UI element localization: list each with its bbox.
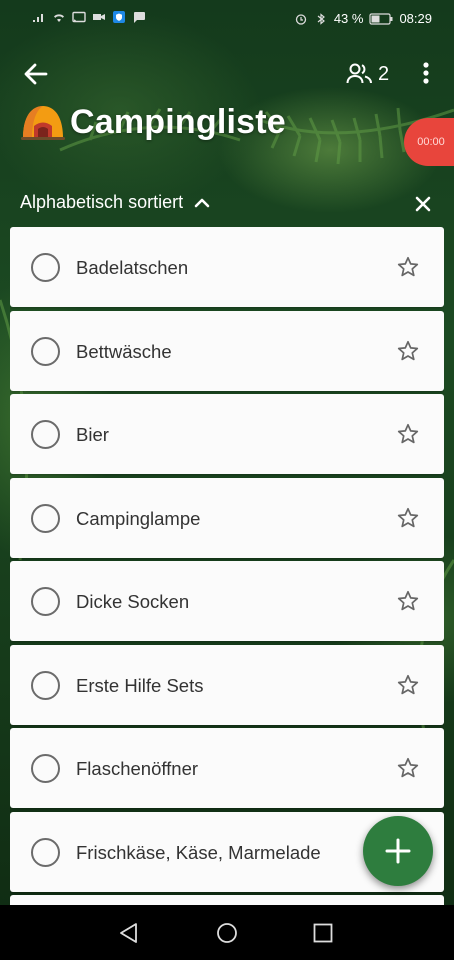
share-members-button[interactable]: 2	[346, 58, 396, 90]
recording-timer[interactable]: 00:00	[404, 118, 454, 166]
signal-icon	[33, 14, 43, 22]
item-label: Bier	[76, 424, 109, 445]
status-bar: 43 % 08:29	[0, 0, 454, 38]
star-icon[interactable]	[396, 673, 420, 697]
cast-icon	[72, 11, 86, 23]
item-list: Badelatschen Bettwäsche Bier Campinglamp…	[10, 227, 444, 905]
check-circle[interactable]	[31, 587, 60, 616]
star-icon[interactable]	[396, 422, 420, 446]
list-item[interactable]: Dicke Socken	[10, 561, 444, 641]
sort-toggle[interactable]: Alphabetisch sortiert	[20, 192, 211, 213]
people-icon	[346, 63, 372, 84]
list-item[interactable]: Badelatschen	[10, 227, 444, 307]
back-arrow-icon[interactable]	[18, 56, 54, 92]
battery-icon	[369, 12, 393, 25]
nav-home-icon[interactable]	[215, 921, 239, 945]
system-nav-bar	[0, 905, 454, 960]
item-label: Bettwäsche	[76, 340, 172, 362]
list-title-row: Campingliste	[20, 102, 286, 142]
alarm-icon	[295, 13, 306, 25]
shield-app-icon	[113, 11, 125, 23]
star-icon[interactable]	[396, 255, 420, 279]
chat-icon	[134, 12, 145, 23]
star-icon[interactable]	[396, 756, 420, 780]
item-label: Badelatschen	[76, 257, 189, 278]
list-item[interactable]: Bettwäsche	[10, 310, 444, 391]
item-label: Frischkäse, Käse, Marmelade	[76, 841, 321, 863]
check-circle[interactable]	[31, 336, 60, 366]
bluetooth-icon	[317, 12, 325, 25]
item-label: Dicke Socken	[76, 591, 190, 612]
wifi-icon	[54, 14, 64, 22]
page-title: Campingliste	[70, 102, 286, 141]
check-circle[interactable]	[31, 253, 60, 282]
more-options-icon[interactable]	[414, 56, 438, 92]
item-label: Campinglampe	[76, 507, 201, 529]
star-icon[interactable]	[396, 589, 420, 613]
list-item[interactable]: Bier	[10, 394, 444, 474]
share-count: 2	[378, 62, 390, 85]
list-item[interactable]	[10, 895, 444, 905]
list-item[interactable]: Erste Hilfe Sets	[10, 644, 444, 725]
battery-percent: 43 %	[333, 11, 364, 26]
list-item[interactable]: Campinglampe	[10, 477, 444, 558]
check-circle[interactable]	[31, 420, 60, 449]
video-icon	[93, 14, 105, 20]
clock: 08:29	[399, 11, 432, 26]
nav-back-icon[interactable]	[117, 921, 141, 945]
close-icon[interactable]	[411, 192, 435, 216]
check-circle[interactable]	[31, 670, 60, 700]
chevron-up-icon	[194, 198, 210, 207]
item-label: Erste Hilfe Sets	[76, 674, 204, 696]
plus-icon	[385, 838, 411, 864]
item-label: Flaschenöffner	[76, 758, 199, 779]
check-circle[interactable]	[31, 503, 60, 533]
check-circle[interactable]	[31, 837, 60, 867]
star-icon[interactable]	[396, 506, 420, 530]
check-circle[interactable]	[31, 754, 60, 783]
add-item-button[interactable]	[363, 816, 433, 886]
sort-bar: Alphabetisch sortiert	[0, 186, 454, 222]
star-icon[interactable]	[396, 339, 420, 363]
list-item[interactable]: Flaschenöffner	[10, 728, 444, 808]
nav-recents-icon[interactable]	[311, 921, 335, 945]
tent-icon	[21, 106, 65, 140]
sort-label: Alphabetisch sortiert	[20, 192, 184, 212]
